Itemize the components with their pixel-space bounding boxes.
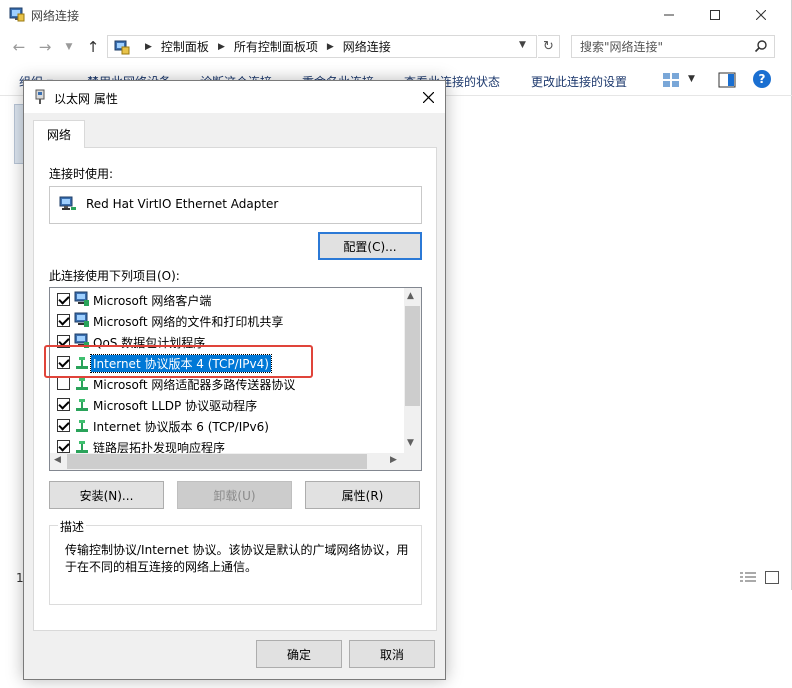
change-settings-button[interactable]: 更改此连接的设置 (531, 73, 627, 90)
forward-arrow-icon[interactable]: → (36, 38, 54, 56)
item-checkbox[interactable] (57, 398, 70, 411)
horizontal-scroll-thumb[interactable] (67, 454, 367, 469)
minimize-button[interactable] (646, 0, 692, 30)
up-arrow-icon[interactable]: ↑ (84, 38, 102, 56)
network-client-icon (74, 333, 89, 348)
connection-items-list[interactable]: Microsoft 网络客户端 Microsoft 网络的文件和打印机共享 Qo… (49, 287, 422, 471)
adapter-name: Red Hat VirtIO Ethernet Adapter (86, 197, 279, 211)
item-checkbox[interactable] (57, 314, 70, 327)
item-checkbox[interactable] (57, 293, 70, 306)
back-arrow-icon[interactable]: ← (10, 38, 28, 56)
ethernet-properties-dialog: 以太网 属性 网络 连接时使用: Red Hat VirtIO Ethernet… (23, 80, 446, 680)
item-label: QoS 数据包计划程序 (93, 336, 206, 350)
breadcrumb-separator-icon: ▶ (217, 41, 225, 52)
item-label: Microsoft 网络客户端 (93, 294, 212, 308)
refresh-button[interactable]: ↻ (538, 35, 560, 58)
cancel-button[interactable]: 取消 (349, 640, 435, 668)
install-button[interactable]: 安装(N)... (49, 481, 164, 509)
breadcrumb-separator-icon: ▶ (326, 41, 334, 52)
explorer-titlebar: 网络连接 (0, 0, 792, 30)
list-item[interactable]: Internet 协议版本 6 (TCP/IPv6) (50, 415, 405, 436)
items-list-label: 此连接使用下列项目(O): (49, 269, 180, 283)
description-group: 描述 传输控制协议/Internet 协议。该协议是默认的广域网络协议，用于在不… (49, 518, 422, 605)
view-options-icon[interactable] (662, 72, 680, 88)
list-item[interactable]: Microsoft 网络适配器多路传送器协议 (50, 373, 405, 394)
scroll-left-icon[interactable]: ◀ (54, 455, 61, 465)
dialog-title: 以太网 属性 (54, 92, 118, 106)
breadcrumb-all-items[interactable]: 所有控制面板项 (234, 38, 318, 55)
protocol-icon (76, 420, 88, 432)
item-label: Internet 协议版本 6 (TCP/IPv6) (93, 420, 269, 434)
network-adapter-icon (59, 196, 76, 210)
protocol-icon (76, 441, 88, 453)
protocol-icon (76, 357, 88, 369)
maximize-icon (710, 10, 720, 20)
minimize-icon (664, 14, 674, 16)
explorer-navbar: ← → ▼ ↑ ▶ 控制面板 ▶ 所有控制面板项 ▶ 网络连接 ▼ ↻ (0, 30, 792, 64)
address-bar[interactable]: ▶ 控制面板 ▶ 所有控制面板项 ▶ 网络连接 (107, 35, 537, 58)
list-item[interactable]: Microsoft LLDP 协议驱动程序 (50, 394, 405, 415)
uninstall-button[interactable]: 卸载(U) (177, 481, 292, 509)
scroll-right-icon[interactable]: ▶ (390, 455, 397, 465)
ok-button[interactable]: 确定 (256, 640, 342, 668)
window-close-button[interactable] (738, 0, 784, 30)
maximize-button[interactable] (692, 0, 738, 30)
network-client-icon (74, 291, 89, 306)
large-icons-view-icon[interactable] (765, 571, 779, 584)
tab-network[interactable]: 网络 (33, 120, 85, 148)
scroll-up-icon[interactable]: ▲ (407, 291, 414, 301)
list-item[interactable]: Microsoft 网络客户端 (50, 289, 405, 310)
preview-pane-icon[interactable] (718, 72, 736, 88)
description-legend: 描述 (58, 518, 87, 535)
explorer-title: 网络连接 (31, 9, 80, 23)
item-checkbox[interactable] (57, 377, 70, 390)
search-input[interactable] (580, 39, 750, 54)
item-label: Microsoft 网络适配器多路传送器协议 (93, 378, 296, 392)
breadcrumb-network-connections[interactable]: 网络连接 (343, 38, 391, 55)
item-checkbox[interactable] (57, 419, 70, 432)
configure-button[interactable]: 配置(C)... (318, 232, 422, 260)
connect-using-label: 连接时使用: (49, 167, 114, 181)
breadcrumb-separator-icon: ▶ (145, 41, 152, 52)
item-checkbox[interactable] (57, 440, 70, 453)
network-tab-panel: 连接时使用: Red Hat VirtIO Ethernet Adapter 配… (33, 147, 437, 631)
address-history-chevron-icon[interactable]: ▼ (519, 40, 526, 50)
close-icon (422, 91, 434, 103)
protocol-icon (76, 378, 88, 390)
list-item-selected[interactable]: Internet 协议版本 4 (TCP/IPv4) (50, 352, 405, 373)
ethernet-adapter-icon (35, 89, 45, 104)
network-client-icon (74, 312, 89, 327)
search-box[interactable] (571, 35, 775, 58)
item-label: Microsoft 网络的文件和打印机共享 (93, 315, 284, 329)
close-icon (756, 10, 766, 20)
item-label: Internet 协议版本 4 (TCP/IPv4) (90, 354, 272, 373)
network-connections-icon (9, 7, 25, 22)
item-checkbox[interactable] (57, 356, 70, 369)
refresh-icon: ↻ (543, 39, 554, 54)
dialog-close-button[interactable] (416, 86, 440, 108)
horizontal-scrollbar[interactable]: ◀ ▶ (50, 453, 421, 470)
vertical-scrollbar[interactable]: ▲ ▼ (404, 288, 421, 454)
vertical-scroll-thumb[interactable] (405, 306, 420, 406)
list-item[interactable]: QoS 数据包计划程序 (50, 331, 405, 352)
list-item[interactable]: Microsoft 网络的文件和打印机共享 (50, 310, 405, 331)
item-label: Microsoft LLDP 协议驱动程序 (93, 399, 258, 413)
properties-button[interactable]: 属性(R) (305, 481, 420, 509)
dialog-titlebar: 以太网 属性 (24, 81, 445, 113)
item-checkbox[interactable] (57, 335, 70, 348)
description-text: 传输控制协议/Internet 协议。该协议是默认的广域网络协议，用于在不同的相… (65, 543, 409, 574)
adapter-field: Red Hat VirtIO Ethernet Adapter (49, 186, 422, 224)
view-options-chevron-icon[interactable]: ▼ (688, 74, 695, 84)
help-icon[interactable]: ? (753, 70, 771, 88)
protocol-icon (76, 399, 88, 411)
details-view-icon[interactable] (740, 571, 756, 584)
search-icon[interactable] (754, 39, 768, 53)
control-panel-icon (114, 40, 130, 54)
recent-locations-chevron-icon[interactable]: ▼ (60, 38, 78, 56)
scroll-down-icon[interactable]: ▼ (407, 438, 414, 448)
breadcrumb-control-panel[interactable]: 控制面板 (161, 38, 209, 55)
